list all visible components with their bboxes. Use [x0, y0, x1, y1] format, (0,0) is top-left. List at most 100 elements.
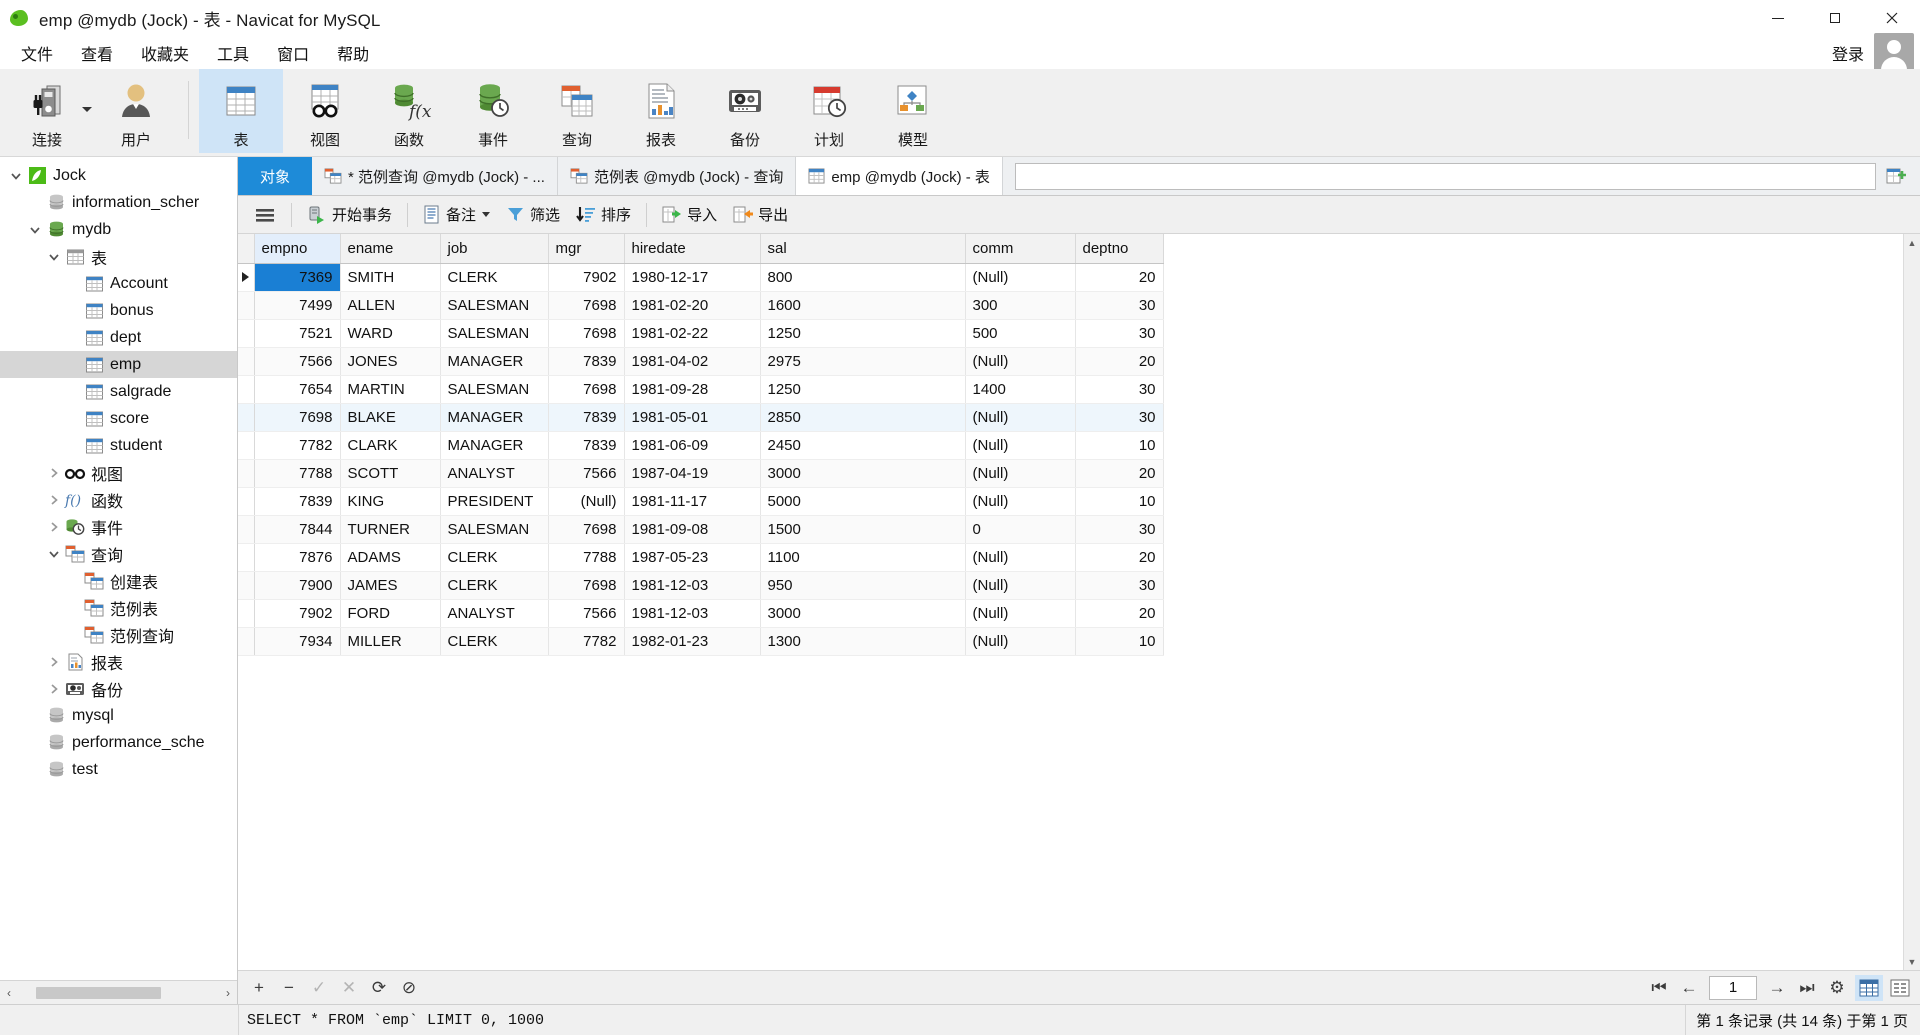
cell-sal[interactable]: 5000	[760, 487, 966, 516]
toolbar-button-schedule[interactable]: 计划	[787, 69, 871, 153]
cell-deptno[interactable]: 20	[1075, 459, 1164, 488]
toolbar-button-connection[interactable]: 连接	[0, 69, 94, 153]
cancel-edit-button[interactable]: ✕	[334, 974, 364, 1002]
tree-item-mydb[interactable]: mydb	[0, 216, 237, 243]
column-header-deptno[interactable]: deptno	[1075, 234, 1164, 264]
page-number-input[interactable]: 1	[1709, 975, 1757, 1000]
cell-hiredate[interactable]: 1981-06-09	[624, 431, 761, 460]
cell-ename[interactable]: CLARK	[340, 431, 441, 460]
refresh-button[interactable]: ⟳	[364, 974, 394, 1002]
cell-sal[interactable]: 3000	[760, 599, 966, 628]
chevron-right-icon[interactable]	[44, 521, 64, 533]
note-button[interactable]: 备注	[415, 200, 498, 230]
cell-sal[interactable]: 2850	[760, 403, 966, 432]
column-header-job[interactable]: job	[440, 234, 549, 264]
cell-hiredate[interactable]: 1981-02-22	[624, 319, 761, 348]
tree-item-表[interactable]: 表	[0, 243, 237, 270]
cell-comm[interactable]: (Null)	[965, 347, 1076, 376]
cell-empno[interactable]: 7788	[254, 459, 341, 488]
cell-empno[interactable]: 7900	[254, 571, 341, 600]
cell-hiredate[interactable]: 1981-04-02	[624, 347, 761, 376]
toolbar-button-function[interactable]: f(x) 函数	[367, 69, 451, 153]
cell-ename[interactable]: SCOTT	[340, 459, 441, 488]
scroll-right-icon[interactable]: ›	[219, 986, 237, 1000]
row-indicator[interactable]	[238, 431, 255, 460]
cell-ename[interactable]: KING	[340, 487, 441, 516]
cell-job[interactable]: SALESMAN	[440, 291, 549, 320]
cell-comm[interactable]: (Null)	[965, 627, 1076, 656]
cell-ename[interactable]: JONES	[340, 347, 441, 376]
table-row[interactable]: 7521 WARD SALESMAN 7698 1981-02-22 1250 500 30	[238, 319, 1164, 348]
cell-sal[interactable]: 1500	[760, 515, 966, 544]
chevron-right-icon[interactable]	[44, 494, 64, 506]
cell-empno[interactable]: 7369	[254, 263, 341, 292]
column-header-empno[interactable]: empno	[254, 234, 341, 264]
cell-sal[interactable]: 1600	[760, 291, 966, 320]
maximize-icon[interactable]	[1806, 0, 1863, 36]
cell-sal[interactable]: 1250	[760, 375, 966, 404]
cell-sal[interactable]: 1300	[760, 627, 966, 656]
table-row[interactable]: 7788 SCOTT ANALYST 7566 1987-04-19 3000 (Null)…	[238, 459, 1164, 488]
toolbar-button-model[interactable]: 模型	[871, 69, 955, 153]
cell-hiredate[interactable]: 1981-05-01	[624, 403, 761, 432]
grid-view-icon[interactable]	[1855, 974, 1883, 1001]
cell-comm[interactable]: 500	[965, 319, 1076, 348]
cell-hiredate[interactable]: 1981-12-03	[624, 599, 761, 628]
cell-empno[interactable]: 7934	[254, 627, 341, 656]
table-row[interactable]: 7499 ALLEN SALESMAN 7698 1981-02-20 1600 300 30	[238, 291, 1164, 320]
cell-comm[interactable]: 1400	[965, 375, 1076, 404]
cell-job[interactable]: CLERK	[440, 571, 549, 600]
tree-item-bonus[interactable]: bonus	[0, 297, 237, 324]
cell-comm[interactable]: (Null)	[965, 571, 1076, 600]
tree-item-创建表[interactable]: 创建表	[0, 567, 237, 594]
avatar[interactable]	[1874, 32, 1914, 73]
tree-item-范例查询[interactable]: 范例查询	[0, 621, 237, 648]
chevron-down-icon[interactable]	[482, 212, 491, 217]
tab-table-emp[interactable]: emp @mydb (Jock) - 表	[796, 157, 1003, 195]
row-indicator[interactable]	[238, 459, 255, 488]
cell-job[interactable]: MANAGER	[440, 403, 549, 432]
cell-empno[interactable]: 7844	[254, 515, 341, 544]
cell-deptno[interactable]: 30	[1075, 375, 1164, 404]
cell-job[interactable]: MANAGER	[440, 347, 549, 376]
row-indicator[interactable]	[238, 347, 255, 376]
tree-item-performance_sche[interactable]: performance_sche	[0, 729, 237, 756]
table-row[interactable]: 7782 CLARK MANAGER 7839 1981-06-09 2450 (Null)…	[238, 431, 1164, 460]
cell-hiredate[interactable]: 1981-09-08	[624, 515, 761, 544]
cell-sal[interactable]: 950	[760, 571, 966, 600]
page-settings-button[interactable]: ⚙	[1822, 974, 1852, 1002]
row-indicator[interactable]	[238, 291, 255, 320]
chevron-down-icon[interactable]	[25, 224, 45, 236]
sort-button[interactable]: 排序	[568, 200, 639, 230]
tree-item-范例表[interactable]: 范例表	[0, 594, 237, 621]
cell-hiredate[interactable]: 1982-01-23	[624, 627, 761, 656]
tree-item-Account[interactable]: Account	[0, 270, 237, 297]
stop-button[interactable]: ⊘	[394, 974, 424, 1002]
add-record-button[interactable]: +	[244, 974, 274, 1002]
row-indicator[interactable]	[238, 515, 255, 544]
tree-item-备份[interactable]: 备份	[0, 675, 237, 702]
toolbar-button-event[interactable]: 事件	[451, 69, 535, 153]
column-header-ename[interactable]: ename	[340, 234, 441, 264]
import-button[interactable]: 导入	[654, 200, 725, 230]
sidebar-horizontal-scrollbar[interactable]: ‹ ›	[0, 980, 237, 1004]
cell-empno[interactable]: 7521	[254, 319, 341, 348]
cell-job[interactable]: PRESIDENT	[440, 487, 549, 516]
scroll-thumb[interactable]	[36, 986, 161, 999]
cell-comm[interactable]: (Null)	[965, 403, 1076, 432]
tree-item-查询[interactable]: 查询	[0, 540, 237, 567]
cell-ename[interactable]: WARD	[340, 319, 441, 348]
row-indicator[interactable]	[238, 599, 255, 628]
cell-mgr[interactable]: 7788	[548, 543, 625, 572]
column-header-hiredate[interactable]: hiredate	[624, 234, 761, 264]
cell-empno[interactable]: 7839	[254, 487, 341, 516]
toolbar-button-view[interactable]: 视图	[283, 69, 367, 153]
hamburger-icon[interactable]	[246, 200, 284, 230]
cell-empno[interactable]: 7499	[254, 291, 341, 320]
scroll-up-icon[interactable]: ▲	[1904, 234, 1920, 251]
data-grid[interactable]: empno ename job mgr hiredate sal comm deptno 736…	[238, 234, 1903, 970]
scroll-down-icon[interactable]: ▼	[1904, 953, 1920, 970]
cell-sal[interactable]: 3000	[760, 459, 966, 488]
cell-deptno[interactable]: 30	[1075, 403, 1164, 432]
cell-ename[interactable]: BLAKE	[340, 403, 441, 432]
